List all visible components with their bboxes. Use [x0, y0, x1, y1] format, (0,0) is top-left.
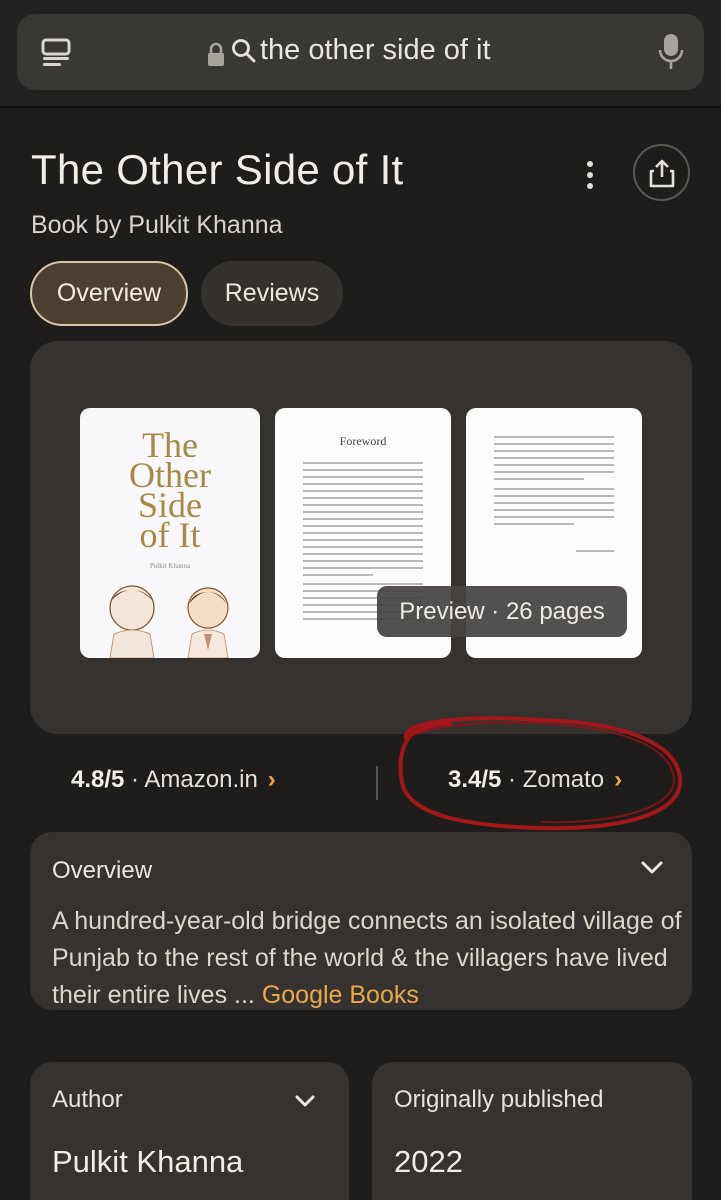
- address-bar[interactable]: the other side of it: [17, 14, 704, 90]
- result-title: The Other Side of It: [31, 146, 404, 193]
- overview-heading: Overview: [52, 857, 153, 884]
- tab-reviews[interactable]: Reviews: [201, 261, 343, 326]
- search-icon: [232, 39, 256, 63]
- hand-drawn-red-circle: [398, 716, 683, 831]
- result-subtitle: Book by Pulkit Khanna: [31, 211, 283, 239]
- chevron-right-icon: ›: [267, 766, 276, 793]
- published-value: 2022: [394, 1144, 463, 1179]
- more-options-icon[interactable]: [578, 158, 602, 192]
- tabs-icon[interactable]: [39, 36, 73, 70]
- published-card: Originally published 2022: [372, 1062, 692, 1200]
- rating-separator: ·: [124, 766, 145, 793]
- rating-source: Amazon.in: [144, 766, 258, 793]
- mic-icon[interactable]: [657, 32, 685, 72]
- rating-amazon[interactable]: 4.8/5 · Amazon.in ›: [71, 766, 276, 794]
- google-books-link[interactable]: Google Books: [262, 981, 419, 1009]
- cover-illustration: [109, 585, 229, 658]
- browser-toolbar: the other side of it: [0, 0, 721, 108]
- share-icon: [649, 159, 675, 188]
- book-preview-card[interactable]: The Other Side of It Pulkit Khanna Forew…: [30, 341, 692, 734]
- lock-icon: [208, 42, 224, 66]
- chevron-down-icon[interactable]: [294, 1094, 316, 1108]
- chevron-down-icon[interactable]: [640, 860, 664, 876]
- overview-card[interactable]: Overview A hundred-year-old bridge conne…: [30, 832, 692, 1010]
- ratings-divider: [376, 766, 378, 800]
- tab-overview[interactable]: Overview: [30, 261, 188, 326]
- preview-pages-badge[interactable]: Preview · 26 pages: [377, 586, 627, 637]
- author-value: Pulkit Khanna: [52, 1144, 244, 1179]
- share-button[interactable]: [633, 144, 690, 201]
- published-label: Originally published: [394, 1086, 604, 1113]
- foreword-heading: Foreword: [339, 434, 387, 448]
- book-cover[interactable]: The Other Side of It Pulkit Khanna: [80, 408, 260, 658]
- author-label: Author: [52, 1086, 123, 1113]
- overview-description: A hundred-year-old bridge connects an is…: [52, 907, 682, 1009]
- author-card[interactable]: Author Pulkit Khanna: [30, 1062, 349, 1200]
- search-query[interactable]: the other side of it: [260, 34, 491, 67]
- rating-score: 4.8/5: [71, 766, 125, 793]
